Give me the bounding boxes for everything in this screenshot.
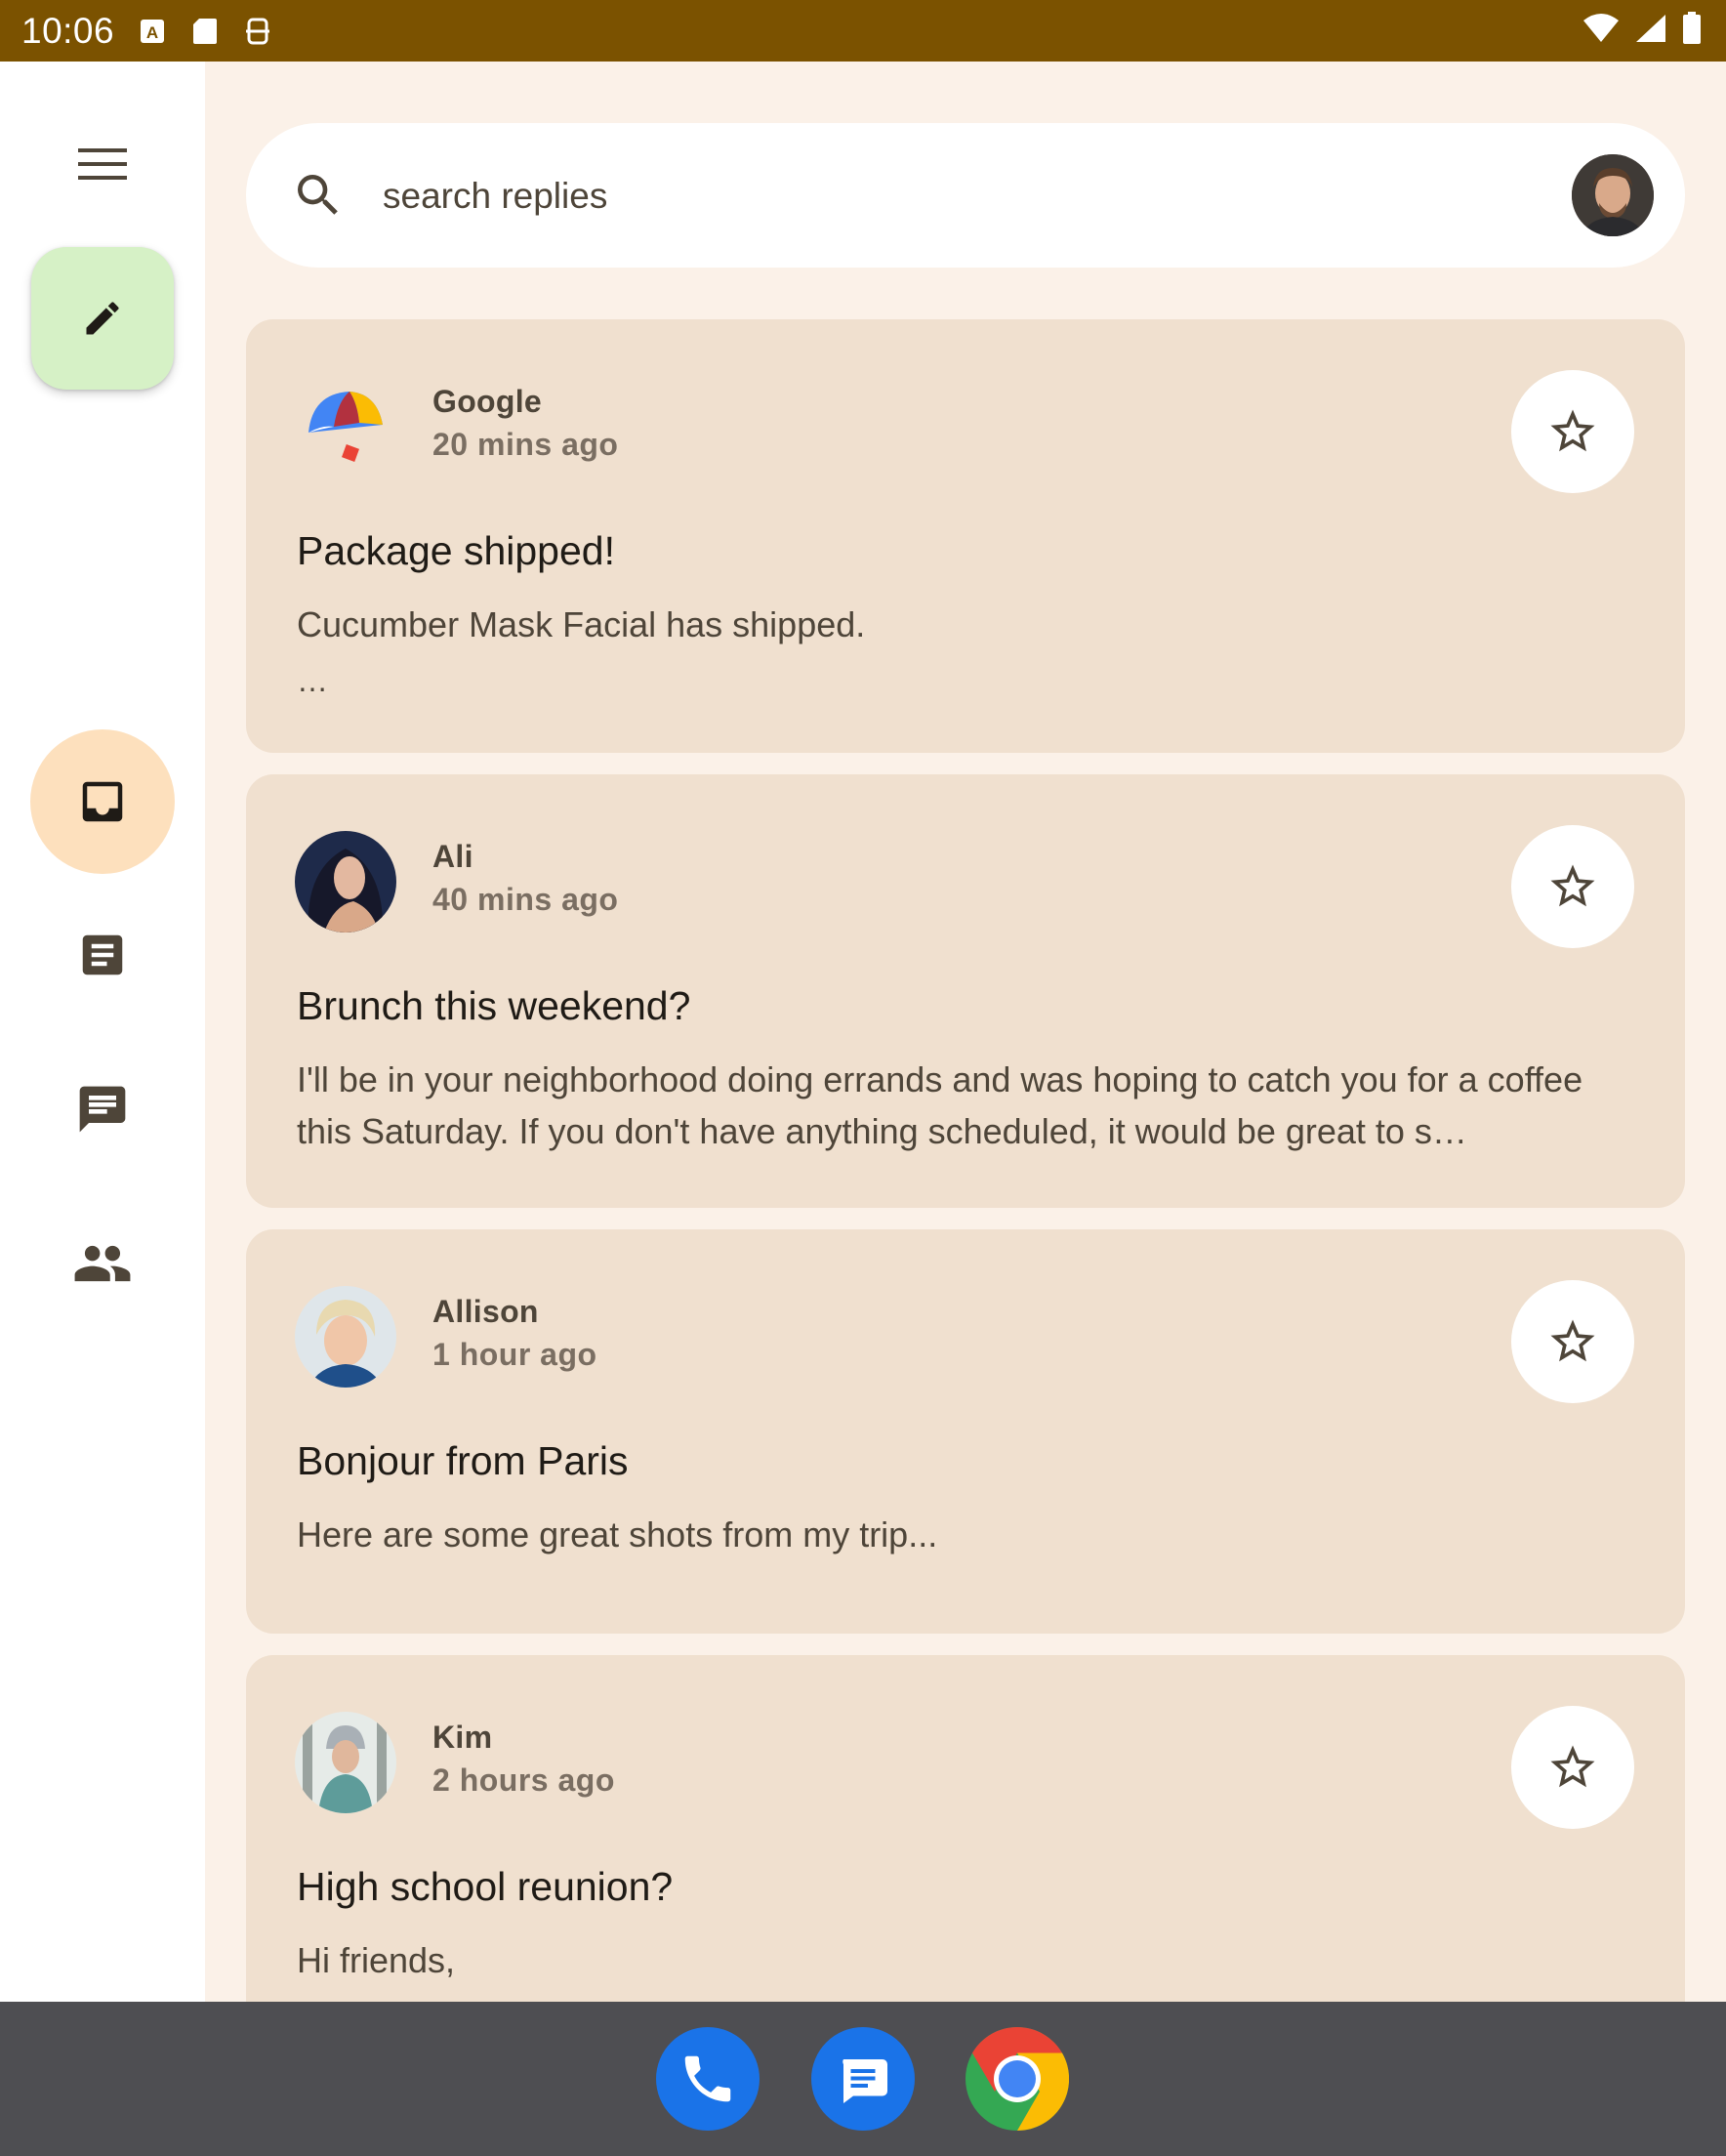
inbox-icon [82,781,123,822]
sender-name: Ali [432,839,473,874]
star-outline-icon [1550,864,1595,907]
navigation-rail [0,62,205,2063]
dock-messages-app[interactable] [811,2027,915,2131]
email-preview: I'll be in your neighborhood doing erran… [297,1059,1583,1151]
sender-name: Allison [432,1294,539,1329]
dock-chrome-app[interactable] [966,2027,1069,2131]
email-time: 20 mins ago [432,427,619,462]
email-card[interactable]: Google 20 mins ago Package shipped! Cucu… [246,319,1685,753]
messages-icon [842,2059,887,2103]
status-bar: 10:06 A [0,0,1726,62]
nav-item-groups[interactable] [59,1220,146,1307]
star-outline-icon [1550,1745,1595,1788]
main-content: Google 20 mins ago Package shipped! Cucu… [205,62,1726,2063]
email-subject: Brunch this weekend? [297,983,691,1028]
email-subject: High school reunion? [297,1864,674,1909]
svg-text:A: A [146,23,158,42]
dock-phone-app[interactable] [656,2027,760,2131]
sender-avatar [295,1286,396,1388]
star-outline-icon [1550,1319,1595,1362]
chat-icon [79,1086,126,1133]
email-preview: Here are some great shots from my trip..… [297,1514,938,1555]
search-input[interactable] [383,162,1457,230]
battery-icon [1681,12,1703,50]
system-dock [0,2002,1726,2156]
sender-name: Kim [432,1720,493,1755]
people-icon [74,1245,131,1282]
star-button[interactable] [1511,1706,1634,1829]
star-outline-icon [1550,409,1595,452]
email-subject: Bonjour from Paris [297,1438,629,1483]
nav-item-articles[interactable] [59,911,146,999]
pip-icon [243,17,272,46]
search-icon [298,175,338,215]
compose-button[interactable] [31,247,174,390]
email-time: 1 hour ago [432,1337,597,1372]
wifi-icon [1582,13,1621,49]
article-icon [82,934,123,975]
email-ellipsis: … [297,663,328,698]
profile-avatar[interactable] [1572,154,1654,236]
sender-avatar [295,376,396,477]
menu-icon [78,148,127,180]
phone-icon [684,2055,731,2102]
status-time: 10:06 [21,10,115,51]
sender-avatar [295,1712,396,1813]
chrome-icon [966,2027,1069,2131]
nav-item-inbox[interactable] [30,729,175,874]
signal-icon [1634,13,1667,49]
email-time: 2 hours ago [432,1762,615,1798]
star-button[interactable] [1511,370,1634,493]
status-left: 10:06 A [21,11,272,52]
email-card[interactable]: Ali 40 mins ago Brunch this weekend? I'l… [246,774,1685,1208]
keyboard-a-icon: A [138,17,167,46]
sender-avatar [295,831,396,933]
email-preview: Hi friends, [297,1940,456,1980]
edit-pencil-icon [86,302,119,335]
email-preview: Cucumber Mask Facial has shipped. [297,604,866,644]
search-bar[interactable] [246,123,1685,268]
sd-card-icon [190,17,220,46]
email-card[interactable]: Allison 1 hour ago Bonjour from Paris He… [246,1229,1685,1634]
email-subject: Package shipped! [297,528,615,573]
star-button[interactable] [1511,1280,1634,1403]
status-right [1582,12,1703,50]
email-time: 40 mins ago [432,882,619,917]
star-button[interactable] [1511,825,1634,948]
sender-name: Google [432,384,543,419]
menu-button[interactable] [59,120,146,208]
nav-item-direct-messages[interactable] [59,1065,146,1153]
